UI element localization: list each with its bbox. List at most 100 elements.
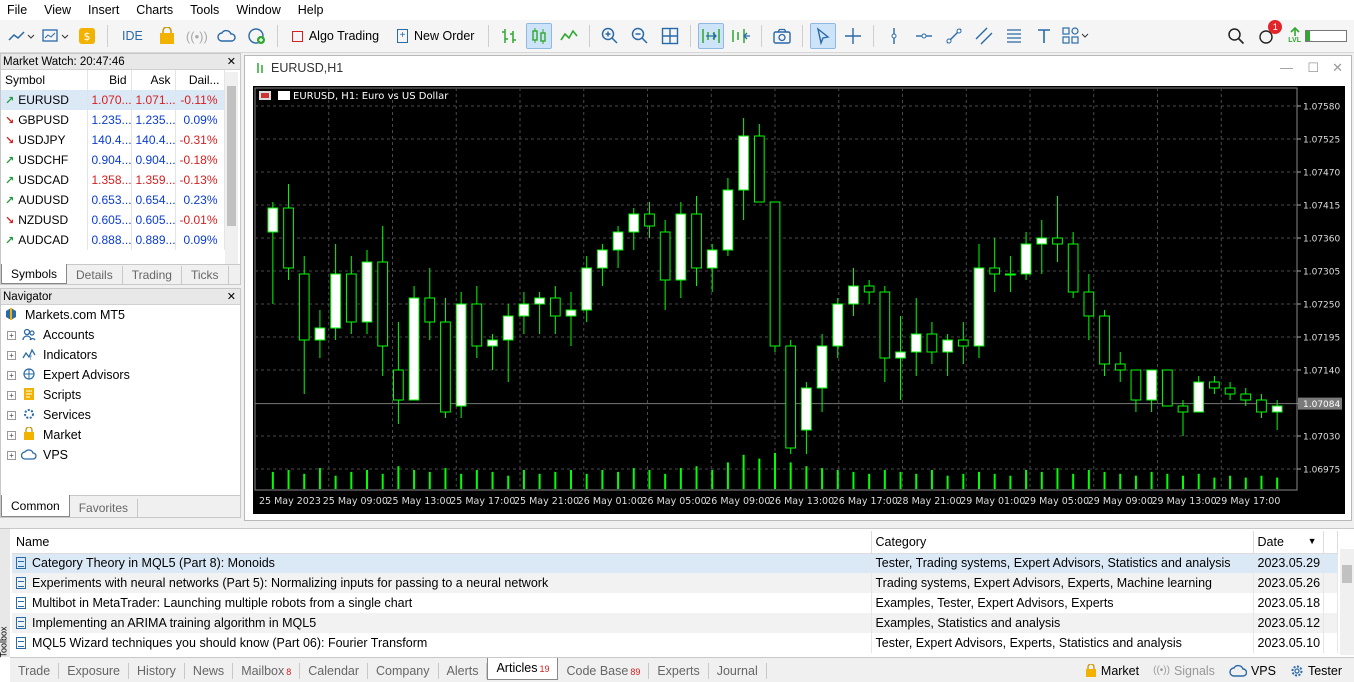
column-header-ask[interactable]: Ask (131, 70, 176, 90)
scrollbar-thumb[interactable] (227, 86, 236, 226)
status-tester[interactable]: Tester (1290, 664, 1342, 678)
level-indicator[interactable]: LVL (1283, 23, 1352, 49)
tab-history[interactable]: History (129, 662, 185, 679)
signal-icon[interactable]: ((•)) (184, 23, 210, 49)
close-icon[interactable]: ✕ (1332, 60, 1343, 76)
tab-trade[interactable]: Trade (10, 662, 60, 679)
market-watch-row[interactable]: ↗ USDCAD 1.358... 1.359... -0.13% (1, 170, 225, 190)
expand-icon[interactable]: + (7, 430, 16, 440)
ide-button[interactable]: IDE (115, 23, 150, 49)
menu-tools[interactable]: Tools (183, 0, 229, 20)
expand-icon[interactable]: + (7, 330, 16, 340)
price-chart[interactable]: 1.07580 1.07525 1.07470 1.07415 1.07360 1.073… (253, 86, 1345, 514)
minimize-icon[interactable]: — (1280, 60, 1293, 75)
fibonacci-icon[interactable] (1001, 23, 1027, 49)
navigator-item-vps[interactable]: + VPS (1, 445, 240, 465)
close-icon[interactable]: ✕ (227, 290, 236, 303)
candlestick-chart-icon[interactable] (526, 23, 553, 49)
tab-news[interactable]: News (185, 662, 234, 679)
expand-icon[interactable]: + (7, 450, 16, 460)
market-watch-row[interactable]: ↗ USDCHF 0.904... 0.904... -0.18% (1, 150, 225, 170)
menu-window[interactable]: Window (229, 0, 290, 20)
crosshair-icon[interactable] (840, 23, 866, 49)
close-icon[interactable]: ✕ (227, 55, 236, 68)
tile-windows-icon[interactable] (657, 23, 683, 49)
article-row[interactable]: MQL5 Wizard techniques you should know (… (12, 633, 1338, 653)
navigator-item-scripts[interactable]: + Scripts (1, 385, 240, 405)
tab-trading[interactable]: Trading (123, 266, 182, 284)
profiles-icon[interactable] (40, 23, 70, 49)
tab-favorites[interactable]: Favorites (70, 499, 139, 517)
column-header-symbol[interactable]: Symbol (1, 70, 88, 90)
scrollbar-thumb[interactable] (1342, 565, 1352, 583)
article-row[interactable]: Multibot in MetaTrader: Launching multip… (12, 593, 1338, 613)
menu-insert[interactable]: Insert (81, 0, 129, 20)
bar-chart-icon[interactable] (496, 23, 522, 49)
navigator-item-services[interactable]: + Services (1, 405, 240, 425)
bag-icon[interactable] (154, 23, 180, 49)
status-signals[interactable]: ((•)) Signals (1153, 664, 1215, 678)
column-header-name[interactable]: Name (12, 531, 872, 554)
market-coin-icon[interactable]: $ (74, 23, 100, 49)
status-market[interactable]: Market (1085, 663, 1139, 678)
menu-file[interactable]: File (0, 0, 37, 20)
auto-scroll-icon[interactable] (698, 23, 725, 49)
column-header-category[interactable]: Category (871, 531, 1254, 554)
text-tool-icon[interactable] (1031, 23, 1057, 49)
cloud-icon[interactable] (214, 23, 240, 49)
chart-shift-icon[interactable] (728, 23, 754, 49)
market-watch-scrollbar[interactable] (225, 72, 238, 264)
tab-exposure[interactable]: Exposure (59, 662, 130, 679)
globe-add-icon[interactable] (244, 23, 270, 49)
expand-icon[interactable]: + (7, 390, 16, 400)
menu-view[interactable]: View (37, 0, 81, 20)
zoom-in-icon[interactable] (597, 23, 623, 49)
new-order-button[interactable]: + New Order (390, 23, 481, 49)
equidistant-channel-icon[interactable] (971, 23, 997, 49)
tab-mailbox[interactable]: Mailbox 8 (233, 662, 301, 679)
navigator-root[interactable]: Markets.com MT5 (1, 305, 240, 325)
tab-articles[interactable]: Articles 19 (487, 657, 559, 680)
column-header-date[interactable]: Date ▼ (1253, 531, 1324, 554)
market-watch-row[interactable]: ↘ NZDUSD 0.605... 0.605... -0.01% (1, 210, 225, 230)
tab-details[interactable]: Details (67, 266, 123, 284)
maximize-icon[interactable]: ☐ (1307, 60, 1319, 76)
expand-icon[interactable]: + (7, 410, 16, 420)
notifications-icon[interactable]: 1 (1253, 20, 1283, 49)
screenshot-icon[interactable] (769, 23, 795, 49)
tab-journal[interactable]: Journal (709, 662, 767, 679)
market-watch-row[interactable]: ↗ AUDUSD 0.653... 0.654... 0.23% (1, 190, 225, 210)
horizontal-line-icon[interactable] (911, 23, 937, 49)
tab-code-base[interactable]: Code Base 89 (558, 662, 650, 679)
algo-trading-button[interactable]: Algo Trading (285, 23, 386, 49)
navigator-item-expert-advisors[interactable]: + Expert Advisors (1, 365, 240, 385)
navigator-item-accounts[interactable]: + Accounts (1, 325, 240, 345)
column-header-bid[interactable]: Bid (87, 70, 132, 90)
trend-line-icon[interactable] (941, 23, 967, 49)
chart-type-icon[interactable] (6, 23, 36, 49)
cursor-icon[interactable] (810, 23, 837, 49)
market-watch-row[interactable]: ↗ EURUSD 1.070... 1.071... -0.11% (1, 90, 225, 110)
article-row[interactable]: Experiments with neural networks (Part 5… (12, 573, 1338, 593)
vertical-line-icon[interactable] (881, 23, 907, 49)
menu-help[interactable]: Help (291, 0, 334, 20)
expand-icon[interactable]: + (7, 370, 16, 380)
tab-symbols[interactable]: Symbols (1, 264, 68, 284)
line-chart-icon[interactable] (556, 23, 582, 49)
tab-experts[interactable]: Experts (649, 662, 709, 679)
market-watch-row[interactable]: ↗ AUDCAD 0.888... 0.889... 0.09% (1, 230, 225, 250)
search-icon[interactable] (1223, 23, 1249, 49)
article-row[interactable]: Implementing an ARIMA training algorithm… (12, 613, 1338, 633)
candlestick-chart[interactable]: 1.07580 1.07525 1.07470 1.07415 1.07360 1.073… (253, 86, 1345, 514)
zoom-out-icon[interactable] (627, 23, 653, 49)
tab-calendar[interactable]: Calendar (300, 662, 369, 679)
chart-window-titlebar[interactable]: EURUSD,H1 (245, 56, 1351, 80)
tab-ticks[interactable]: Ticks (182, 266, 229, 284)
column-header-daily[interactable]: Dail... (175, 70, 225, 90)
expand-icon[interactable]: + (7, 350, 16, 360)
menu-charts[interactable]: Charts (129, 0, 183, 20)
market-watch-row[interactable]: ↘ GBPUSD 1.235... 1.235... 0.09% (1, 110, 225, 130)
navigator-item-market[interactable]: + Market (1, 425, 240, 445)
article-row[interactable]: Category Theory in MQL5 (Part 8): Monoid… (12, 553, 1338, 573)
tab-company[interactable]: Company (368, 662, 439, 679)
